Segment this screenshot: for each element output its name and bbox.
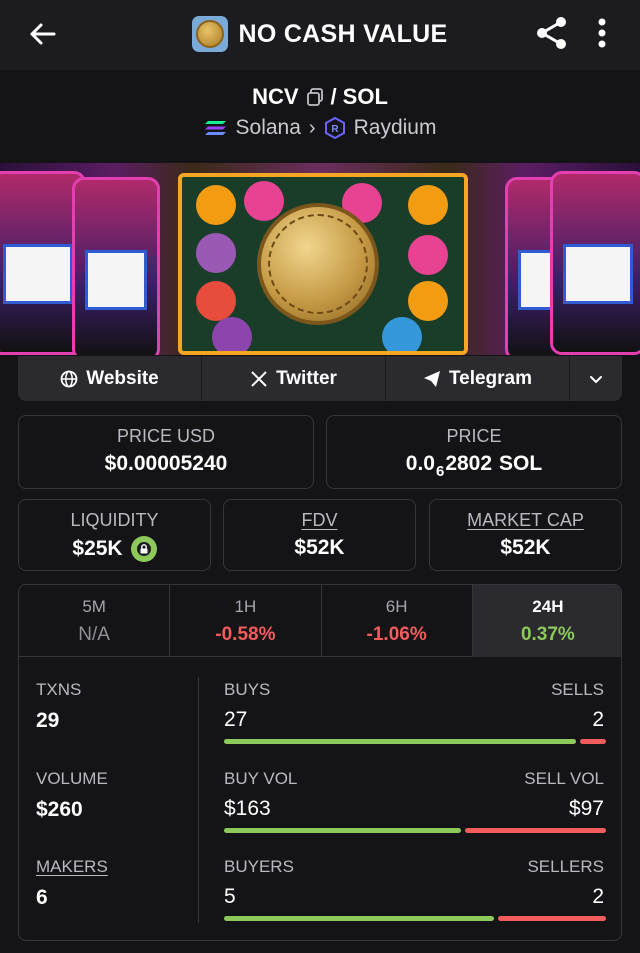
token-logo [192, 16, 229, 52]
tab-6h[interactable]: 6H -1.06% [322, 585, 473, 657]
buy-vol-label: BUY VOL [224, 769, 298, 788]
buyers-label: BUYERS [224, 857, 294, 876]
buys-value: 27 [224, 708, 248, 731]
sellers-ratio-bar [498, 916, 606, 921]
sells-label: SELLS [551, 680, 604, 699]
base-symbol: NCV [252, 84, 299, 109]
price-native-label: PRICE [446, 426, 502, 446]
token-banner-image [0, 163, 640, 355]
share-icon[interactable] [533, 14, 571, 52]
liquidity-value: $25K [72, 537, 123, 560]
quote-symbol: SOL [342, 84, 388, 109]
price-usd-value: $0.00005240 [104, 452, 228, 475]
telegram-button[interactable]: Telegram [386, 356, 570, 401]
more-vertical-icon[interactable] [588, 14, 616, 52]
globe-icon [60, 370, 78, 387]
tab-1h[interactable]: 1H -0.58% [170, 585, 322, 657]
price-usd-card: PRICE USD $0.00005240 [18, 415, 314, 489]
sell-vol-label: SELL VOL [524, 769, 604, 788]
social-links-bar: Website Twitter Telegram [18, 356, 622, 401]
buyers-ratio-bar [224, 916, 494, 921]
timeframe-tabs: 5M N/A 1H -0.58% 6H -1.06% 24H 0.37% [19, 585, 621, 657]
sell-vol-value: $97 [568, 797, 604, 820]
price-native-zero-count: 6 [435, 462, 445, 480]
price-native-card: PRICE 0.0 6 2802 SOL [326, 415, 622, 489]
fdv-card[interactable]: FDV $52K [223, 499, 416, 571]
buys-ratio-bar [224, 739, 576, 744]
tab-5m-change: N/A [78, 624, 110, 645]
chain-name[interactable]: Solana [236, 116, 301, 140]
tab-6h-label: 6H [385, 597, 408, 616]
token-name: NO CASH VALUE [238, 19, 448, 48]
tab-5m-label: 5M [82, 597, 106, 616]
copy-icon[interactable] [305, 87, 325, 107]
txns-label: TXNS [36, 680, 82, 699]
tab-5m[interactable]: 5M N/A [19, 585, 171, 657]
tab-1h-label: 1H [234, 597, 257, 616]
market-cap-label[interactable]: MARKET CAP [467, 510, 584, 530]
website-button[interactable]: Website [18, 356, 202, 401]
price-native-digits: 2802 [445, 452, 493, 475]
market-cap-card[interactable]: MARKET CAP $52K [429, 499, 622, 571]
market-cap-value: $52K [500, 536, 551, 559]
dex-name[interactable]: Raydium [354, 116, 437, 140]
tab-24h[interactable]: 24H 0.37% [472, 585, 621, 657]
top-app-bar: NO CASH VALUE [0, 0, 640, 70]
makers-value: 6 [36, 886, 48, 909]
slot-machine-right-outer [550, 171, 640, 355]
txns-value: 29 [36, 709, 60, 732]
tab-1h-change: -0.58% [215, 624, 276, 645]
x-logo-icon [251, 370, 267, 387]
solana-icon [204, 121, 226, 135]
fdv-label[interactable]: FDV [302, 510, 338, 530]
volume-value: $260 [36, 798, 83, 821]
fdv-value: $52K [294, 536, 345, 559]
website-label: Website [86, 367, 159, 389]
chevron-down-icon [590, 375, 602, 383]
slot-machine-left-inner [72, 177, 160, 355]
chain-dex-breadcrumb: Solana › R Raydium [0, 116, 640, 140]
sellers-label: SELLERS [527, 857, 604, 876]
tab-6h-change: -1.06% [366, 624, 427, 645]
volume-label: VOLUME [36, 769, 108, 788]
liquidity-label: LIQUIDITY [70, 510, 159, 530]
price-native-unit: SOL [499, 452, 543, 475]
makers-label[interactable]: MAKERS [36, 857, 108, 877]
price-usd-label: PRICE USD [116, 426, 215, 446]
sellers-value: 2 [592, 885, 604, 908]
telegram-icon [423, 370, 440, 387]
lock-icon[interactable] [130, 536, 157, 562]
pair-header: NCV / SOL Solana › R Raydium [0, 70, 640, 163]
twitter-button[interactable]: Twitter [202, 356, 386, 401]
chevron-right-icon: › [308, 116, 316, 139]
buy-vol-value: $163 [224, 797, 271, 820]
metrics-divider [198, 677, 199, 923]
buy-vol-ratio-bar [224, 828, 461, 833]
buys-label: BUYS [224, 680, 271, 699]
pair-separator: / [330, 84, 337, 109]
pair-name: NCV / SOL [0, 84, 640, 110]
liquidity-card: LIQUIDITY $25K [18, 499, 211, 571]
sells-ratio-bar [580, 739, 606, 744]
price-native-prefix: 0.0 [405, 452, 435, 475]
svg-text:R: R [331, 124, 339, 135]
sell-vol-ratio-bar [465, 828, 606, 833]
twitter-label: Twitter [276, 367, 337, 389]
tab-24h-change: 0.37% [520, 624, 575, 645]
buyers-value: 5 [224, 885, 236, 908]
no-cash-value-coin [257, 203, 379, 325]
more-links-dropdown[interactable] [570, 356, 622, 401]
sells-value: 2 [592, 708, 604, 731]
tab-24h-label: 24H [532, 597, 564, 616]
telegram-label: Telegram [448, 367, 533, 389]
txn-stats-panel: 5M N/A 1H -0.58% 6H -1.06% 24H 0.37% TXN… [18, 584, 622, 941]
raydium-icon: R [324, 117, 345, 139]
